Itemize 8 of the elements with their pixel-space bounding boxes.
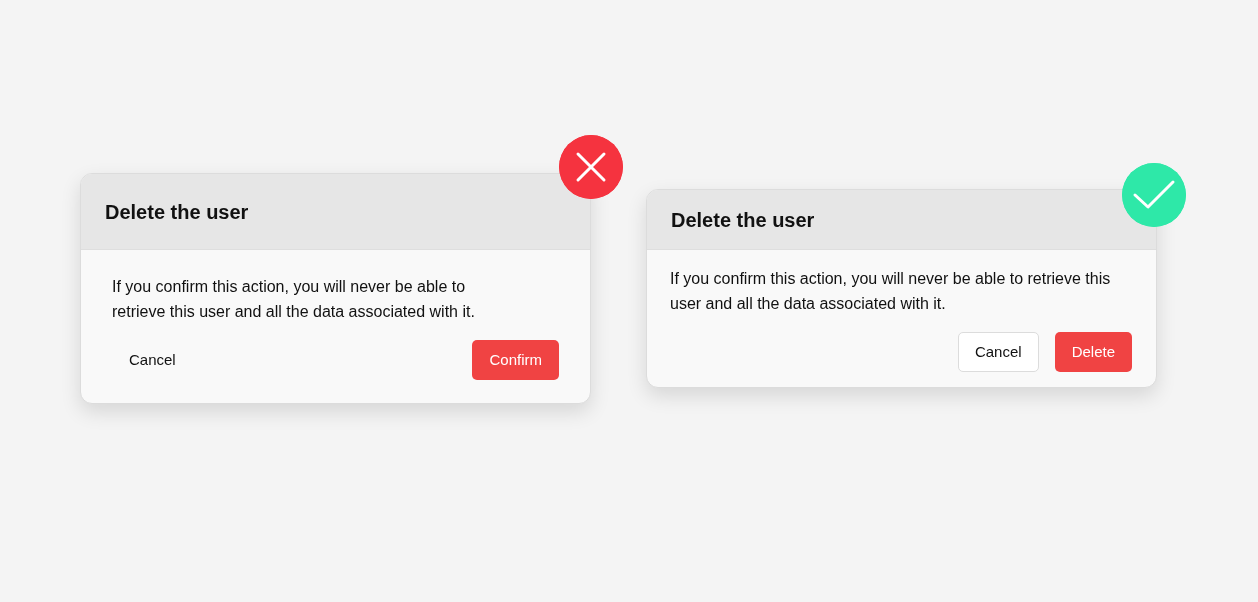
dialog-title: Delete the user <box>105 199 249 224</box>
dialog-message: If you confirm this action, you will never be able to retrieve this user and all the data associated with it. <box>670 269 1112 314</box>
confirm-button[interactable]: Delete <box>1054 332 1132 372</box>
cancel-button[interactable]: Cancel <box>957 332 1039 372</box>
dialog-title: Delete the user <box>671 207 815 232</box>
confirm-button[interactable]: Confirm <box>472 340 559 380</box>
cancel-button[interactable]: Cancel <box>112 340 193 380</box>
dialog-message: If you confirm this action, you will never be able to retrieve this user and all the data associated with it. <box>112 277 476 322</box>
